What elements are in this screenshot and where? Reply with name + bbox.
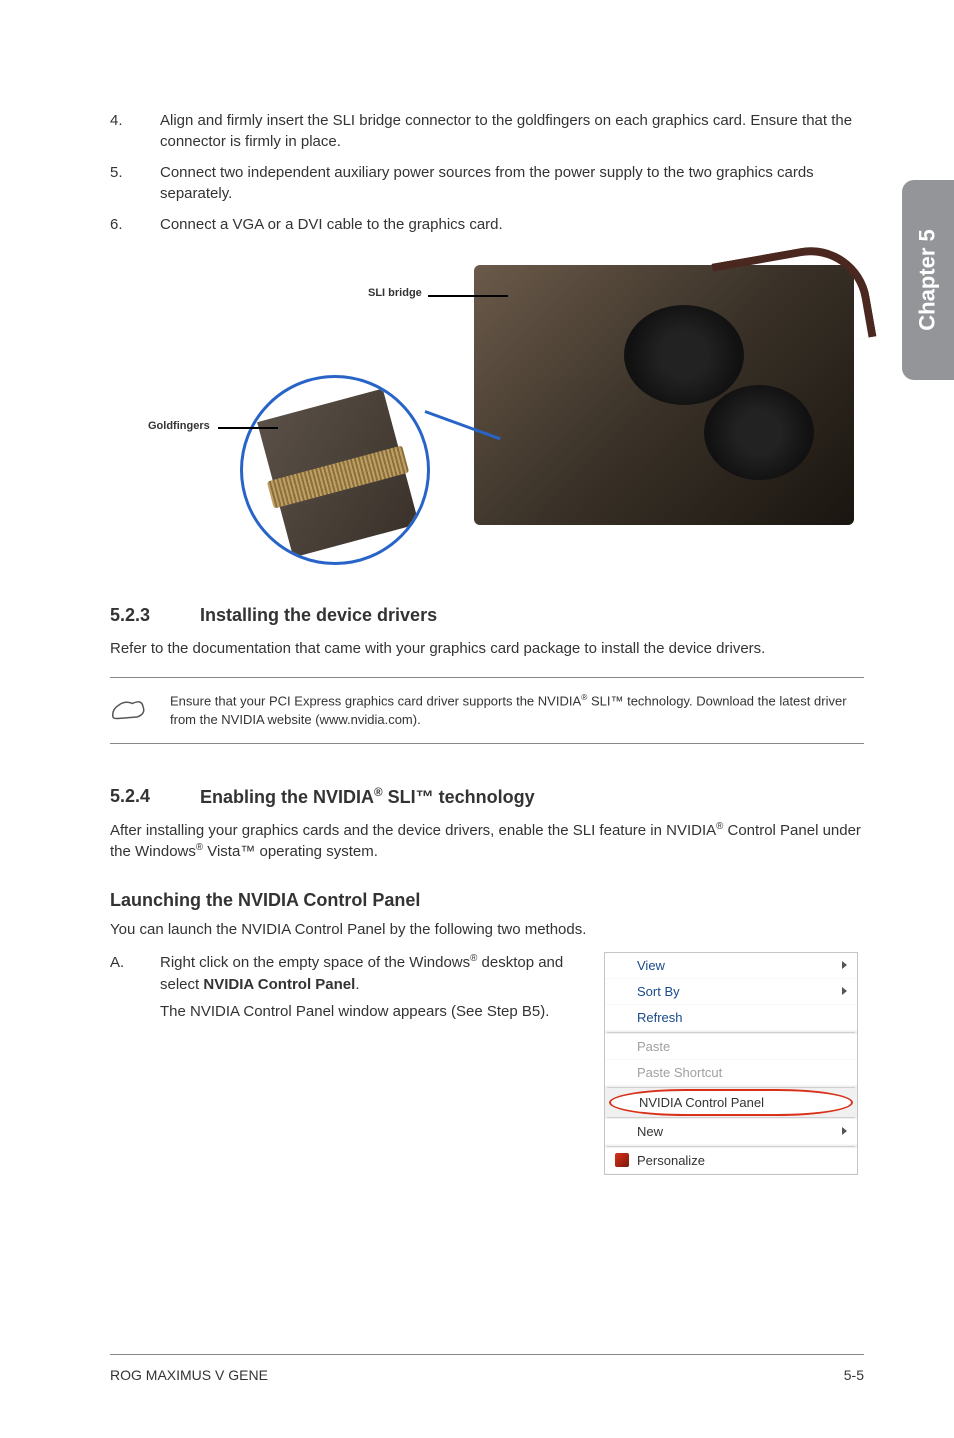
step-a-sub: The NVIDIA Control Panel window appears … <box>160 1001 584 1024</box>
gpu-fan-2 <box>704 385 814 480</box>
menu-new[interactable]: New <box>605 1119 857 1145</box>
menu-personalize[interactable]: Personalize <box>605 1148 857 1174</box>
menu-refresh[interactable]: Refresh <box>605 1005 857 1031</box>
menu-view[interactable]: View <box>605 953 857 979</box>
step-text: Connect two independent auxiliary power … <box>160 162 864 204</box>
goldfingers-label: Goldfingers <box>148 420 210 432</box>
section-523-body: Refer to the documentation that came wit… <box>110 638 864 659</box>
desktop-context-menu: View Sort By Refresh Paste Paste Shortcu… <box>604 952 858 1175</box>
submenu-arrow-icon <box>842 961 847 969</box>
section-title: Enabling the NVIDIA® SLI™ technology <box>200 786 864 808</box>
submenu-arrow-icon <box>842 1127 847 1135</box>
note-text: Ensure that your PCI Express graphics ca… <box>160 692 864 729</box>
section-title: Installing the device drivers <box>200 605 864 626</box>
footer-model: ROG MAXIMUS V GENE <box>110 1367 268 1383</box>
launching-heading: Launching the NVIDIA Control Panel <box>110 890 864 911</box>
goldfingers-leader-line <box>218 427 278 429</box>
section-number: 5.2.4 <box>110 786 200 808</box>
context-menu-col: View Sort By Refresh Paste Paste Shortcu… <box>604 952 864 1175</box>
menu-separator <box>607 1087 855 1088</box>
sli-diagram: SLI bridge Goldfingers <box>110 245 864 575</box>
step-4: 4. Align and firmly insert the SLI bridg… <box>110 110 864 152</box>
step-a: A. Right click on the empty space of the… <box>110 952 584 1024</box>
zoom-inset <box>240 375 430 565</box>
menu-paste: Paste <box>605 1034 857 1060</box>
step-number: 4. <box>110 110 160 152</box>
sli-bridge-label: SLI bridge <box>368 287 422 299</box>
chapter-side-tab: Chapter 5 <box>902 180 954 380</box>
section-524-body: After installing your graphics cards and… <box>110 820 864 862</box>
menu-separator <box>607 1117 855 1118</box>
footer-page-number: 5-5 <box>844 1367 864 1383</box>
submenu-arrow-icon <box>842 987 847 995</box>
step-a-row: A. Right click on the empty space of the… <box>110 952 864 1175</box>
step-5: 5. Connect two independent auxiliary pow… <box>110 162 864 204</box>
step-text: Connect a VGA or a DVI cable to the grap… <box>160 214 864 235</box>
section-number: 5.2.3 <box>110 605 200 626</box>
numbered-steps: 4. Align and firmly insert the SLI bridg… <box>110 110 864 235</box>
step-a-body: Right click on the empty space of the Wi… <box>160 952 584 1024</box>
step-a-text-col: A. Right click on the empty space of the… <box>110 952 584 1175</box>
launching-intro: You can launch the NVIDIA Control Panel … <box>110 919 864 940</box>
motherboard-image <box>474 265 854 525</box>
page-footer: ROG MAXIMUS V GENE 5-5 <box>110 1354 864 1383</box>
page-content: 4. Align and firmly insert the SLI bridg… <box>0 0 954 1175</box>
menu-paste-shortcut: Paste Shortcut <box>605 1060 857 1086</box>
gpu-fan-1 <box>624 305 744 405</box>
note-icon <box>110 694 160 727</box>
menu-separator <box>607 1146 855 1147</box>
chapter-side-tab-label: Chapter 5 <box>915 229 941 330</box>
menu-separator <box>607 1032 855 1033</box>
section-523-heading: 5.2.3 Installing the device drivers <box>110 605 864 626</box>
step-number: 5. <box>110 162 160 204</box>
step-text: Align and firmly insert the SLI bridge c… <box>160 110 864 152</box>
step-6: 6. Connect a VGA or a DVI cable to the g… <box>110 214 864 235</box>
step-number: 6. <box>110 214 160 235</box>
menu-sort-by[interactable]: Sort By <box>605 979 857 1005</box>
menu-nvidia-control-panel[interactable]: NVIDIA Control Panel <box>609 1089 853 1116</box>
step-letter: A. <box>110 952 160 1024</box>
sli-bridge-leader-line <box>428 295 508 297</box>
note-callout: Ensure that your PCI Express graphics ca… <box>110 677 864 744</box>
section-524-heading: 5.2.4 Enabling the NVIDIA® SLI™ technolo… <box>110 786 864 808</box>
